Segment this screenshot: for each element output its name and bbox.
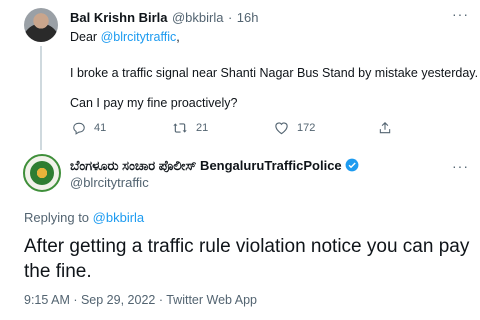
greeting-mention-link[interactable]: @blrcitytraffic <box>101 30 177 44</box>
replying-to-handle-link[interactable]: @bkbirla <box>93 210 145 225</box>
reply-count: 41 <box>94 122 107 134</box>
greeting-prefix: Dear <box>70 30 101 44</box>
reply-more-icon[interactable]: ··· <box>452 6 469 22</box>
main-author-name[interactable]: ಬೆಂಗಳೂರು ಸಂಚಾರ ಪೊಲೀಸ್ BengaluruTrafficPo… <box>70 158 342 173</box>
retweet-action[interactable]: 21 <box>172 121 208 135</box>
thread-connector-line <box>40 46 42 150</box>
reply-author-handle[interactable]: @bkbirla <box>172 10 224 25</box>
reply-icon <box>73 122 85 135</box>
replying-to: Replying to @bkbirla <box>24 210 144 225</box>
bkbirla-avatar[interactable] <box>24 8 58 42</box>
main-tweet-meta[interactable]: 9:15 AM · Sep 29, 2022 · Twitter Web App <box>24 293 257 307</box>
main-tweet-header: ಬೆಂಗಳೂರು ಸಂಚಾರ ಪೊಲೀಸ್ BengaluruTrafficPo… <box>70 157 359 175</box>
reply-line-1: I broke a traffic signal near Shanti Nag… <box>70 66 479 80</box>
share-action[interactable] <box>378 121 392 135</box>
replying-to-prefix: Replying to <box>24 210 93 225</box>
retweet-count: 21 <box>196 122 209 134</box>
verified-badge-icon <box>345 158 359 172</box>
reply-timestamp[interactable]: 16h <box>237 10 259 25</box>
reply-greeting: Dear @blrcitytraffic, <box>70 30 180 44</box>
police-emblem <box>30 161 54 185</box>
header-separator: · <box>227 10 233 25</box>
reply-tweet-header: Bal Krishn Birla @bkbirla · 16h <box>70 9 258 27</box>
like-action[interactable]: 172 <box>274 121 315 135</box>
greeting-suffix: , <box>176 30 180 44</box>
retweet-icon <box>173 123 187 133</box>
reply-author-name[interactable]: Bal Krishn Birla <box>70 10 168 25</box>
bengaluru-traffic-police-avatar[interactable] <box>23 154 61 192</box>
main-tweet-text: After getting a traffic rule violation n… <box>24 236 470 282</box>
main-author-handle[interactable]: @blrcitytraffic <box>70 175 149 190</box>
like-count: 172 <box>297 122 316 134</box>
reply-action[interactable]: 41 <box>72 121 106 135</box>
like-icon <box>275 122 288 135</box>
reply-line-2: Can I pay my fine proactively? <box>70 96 238 110</box>
share-icon <box>379 122 391 134</box>
main-more-icon[interactable]: ··· <box>452 158 469 174</box>
